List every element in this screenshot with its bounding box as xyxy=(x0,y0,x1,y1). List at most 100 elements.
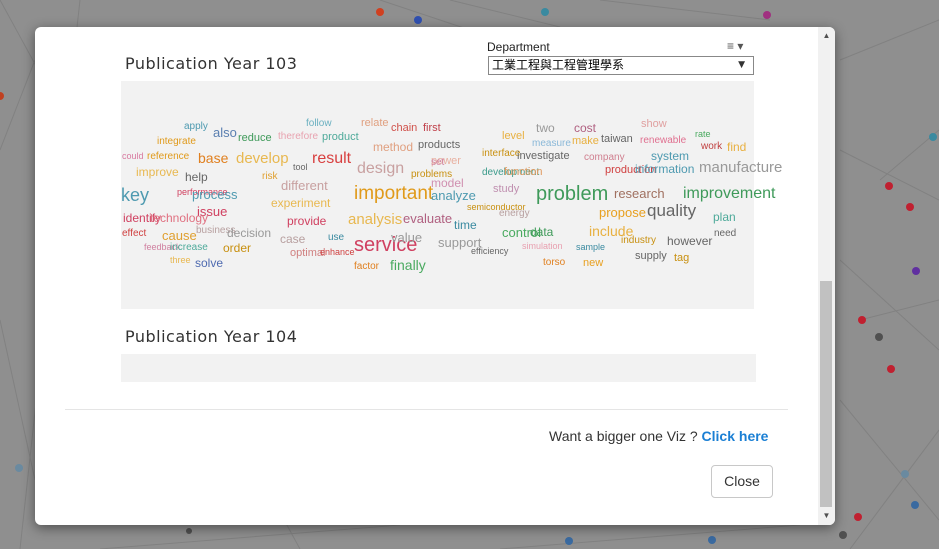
cloud-word[interactable]: renewable xyxy=(640,136,686,146)
department-selected-value: 工業工程與工程管理學系 xyxy=(492,58,625,72)
cloud-word[interactable]: measure xyxy=(532,139,571,149)
cloud-word[interactable]: manufacture xyxy=(699,160,782,175)
cloud-word[interactable]: rate xyxy=(695,130,711,139)
cloud-word[interactable]: taiwan xyxy=(601,134,633,145)
cloud-word[interactable]: analyze xyxy=(431,189,476,202)
scroll-down-arrow-icon[interactable]: ▼ xyxy=(818,509,835,523)
cloud-word[interactable]: efficiency xyxy=(471,247,508,256)
cloud-word[interactable]: use xyxy=(328,233,344,243)
cloud-word[interactable]: time xyxy=(454,219,477,231)
cloud-word[interactable]: make xyxy=(572,136,599,147)
cloud-word[interactable]: research xyxy=(614,187,665,200)
close-button[interactable]: Close xyxy=(711,465,773,498)
cloud-word[interactable]: value xyxy=(391,231,422,244)
hamburger-menu-icon[interactable]: ≡ ▾ xyxy=(727,39,743,53)
cloud-word[interactable]: reference xyxy=(147,152,189,162)
click-here-link[interactable]: Click here xyxy=(702,428,769,444)
cloud-word[interactable]: function xyxy=(504,167,543,178)
cloud-word[interactable]: follow xyxy=(306,119,332,129)
cloud-word[interactable]: factor xyxy=(354,262,379,272)
cloud-word[interactable]: quality xyxy=(647,202,696,219)
cloud-word[interactable]: technology xyxy=(150,212,208,224)
cloud-word[interactable]: three xyxy=(170,256,191,265)
scroll-up-arrow-icon[interactable]: ▲ xyxy=(818,29,835,43)
cloud-word[interactable]: study xyxy=(493,184,519,195)
cloud-word[interactable]: solve xyxy=(195,257,223,269)
cloud-word[interactable]: cause xyxy=(162,229,197,242)
cloud-word[interactable]: evaluate xyxy=(403,212,452,225)
cloud-word[interactable]: torso xyxy=(543,258,565,268)
cloud-word[interactable]: integrate xyxy=(157,137,196,147)
cloud-word[interactable]: tool xyxy=(293,163,308,172)
cloud-word[interactable]: need xyxy=(714,229,736,239)
cloud-word[interactable]: finally xyxy=(390,258,426,272)
cloud-word[interactable]: decision xyxy=(227,227,271,239)
cloud-word[interactable]: work xyxy=(701,142,722,152)
department-label: Department xyxy=(487,40,550,54)
cloud-word[interactable]: different xyxy=(281,179,328,192)
cloud-word[interactable]: effect xyxy=(122,229,146,239)
cloud-word[interactable]: help xyxy=(185,171,208,183)
cloud-word[interactable]: design xyxy=(357,161,404,177)
department-select[interactable]: 工業工程與工程管理學系 ▼ xyxy=(488,56,754,75)
cloud-word[interactable]: case xyxy=(280,233,305,245)
cloud-word[interactable]: interface xyxy=(482,149,520,159)
cloud-word[interactable]: base xyxy=(198,151,228,165)
cloud-word[interactable]: first xyxy=(423,123,441,134)
cloud-word[interactable]: set xyxy=(431,158,444,168)
cloud-word[interactable]: company xyxy=(584,153,625,163)
section-title-year-104: Publication Year 104 xyxy=(125,327,298,346)
cloud-word[interactable]: result xyxy=(312,151,351,167)
cloud-word[interactable]: cost xyxy=(574,122,596,134)
cloud-word[interactable]: investigate xyxy=(517,151,570,162)
cloud-word[interactable]: problem xyxy=(536,184,608,204)
cloud-word[interactable]: order xyxy=(223,242,251,254)
dropdown-caret-icon: ▼ xyxy=(738,60,745,70)
cloud-word[interactable]: process xyxy=(192,188,238,201)
cloud-word[interactable]: show xyxy=(641,119,667,130)
cloud-word[interactable]: new xyxy=(583,258,603,269)
cloud-word[interactable]: energy xyxy=(499,209,530,219)
cloud-word[interactable]: system xyxy=(651,150,689,162)
cloud-word[interactable]: apply xyxy=(184,122,208,132)
cloud-word[interactable]: chain xyxy=(391,123,417,134)
cloud-word[interactable]: industry xyxy=(621,236,656,246)
cloud-word[interactable]: develop xyxy=(236,151,289,166)
cloud-word[interactable]: key xyxy=(121,186,149,204)
cloud-word[interactable]: provide xyxy=(287,215,326,227)
cloud-word[interactable]: risk xyxy=(262,172,278,182)
modal-scrollbar[interactable]: ▲ ▼ xyxy=(818,27,835,525)
cloud-word[interactable]: improve xyxy=(136,166,179,178)
cloud-word[interactable]: products xyxy=(418,140,460,151)
cloud-word[interactable]: information xyxy=(635,163,694,175)
cloud-word[interactable]: find xyxy=(727,141,746,153)
cloud-word[interactable]: plan xyxy=(713,211,736,223)
cloud-word[interactable]: also xyxy=(213,126,237,139)
cloud-word[interactable]: improvement xyxy=(683,186,775,202)
section-title-year-103: Publication Year 103 xyxy=(125,54,298,73)
cloud-word[interactable]: tag xyxy=(674,253,689,264)
cloud-word[interactable]: method xyxy=(373,141,413,153)
bigger-viz-prompt: Want a bigger one Viz ? Click here xyxy=(549,428,768,444)
cloud-word[interactable]: level xyxy=(502,131,525,142)
word-cloud: apply also integrate reduce therefore product… xyxy=(121,81,782,309)
cloud-word[interactable]: analysis xyxy=(348,212,402,227)
modal-dialog: Publication Year 103 Department ≡ ▾ 工業工程… xyxy=(35,27,835,525)
cloud-word[interactable]: enhance xyxy=(320,248,355,257)
scroll-thumb[interactable] xyxy=(820,281,832,507)
cloud-word[interactable]: therefore xyxy=(278,132,318,142)
cloud-word[interactable]: increase xyxy=(170,243,208,253)
cloud-word[interactable]: simulation xyxy=(522,242,563,251)
cloud-word[interactable]: relate xyxy=(361,118,389,129)
cloud-word[interactable]: two xyxy=(536,122,555,134)
cloud-word[interactable]: propose xyxy=(599,206,646,219)
cloud-word[interactable]: important xyxy=(354,184,433,203)
cloud-word[interactable]: supply xyxy=(635,251,667,262)
cloud-word[interactable]: however xyxy=(667,235,712,247)
cloud-word[interactable]: product xyxy=(322,132,359,143)
cloud-word[interactable]: could xyxy=(122,152,144,161)
cloud-word[interactable]: reduce xyxy=(238,133,272,144)
cloud-word[interactable]: sample xyxy=(576,243,605,252)
cloud-word[interactable]: data xyxy=(530,226,553,238)
cloud-word[interactable]: experiment xyxy=(271,197,330,209)
